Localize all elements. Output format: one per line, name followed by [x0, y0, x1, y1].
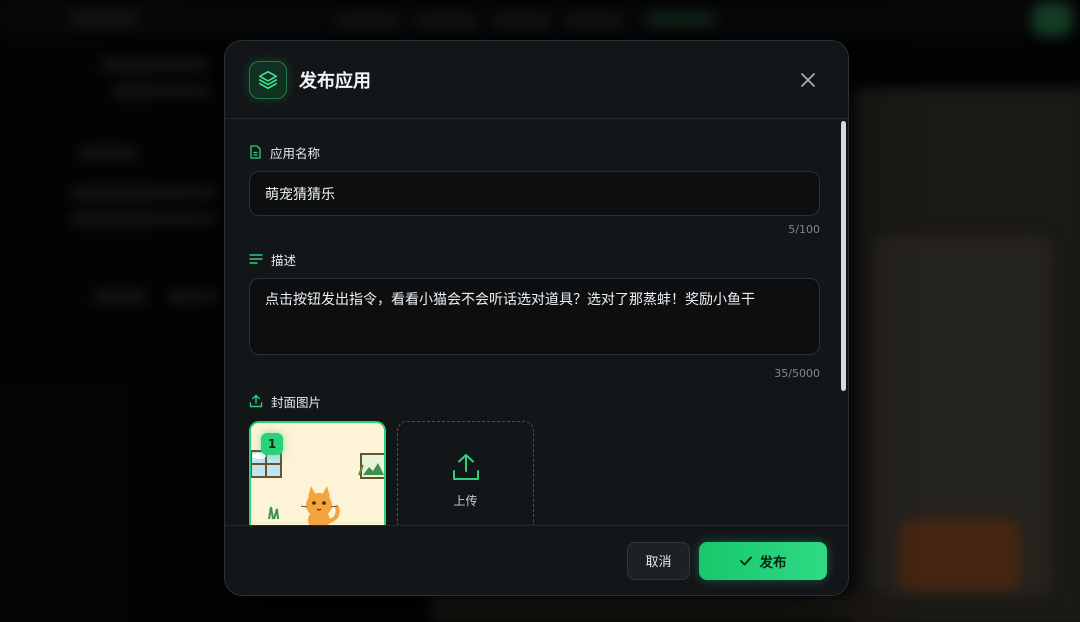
file-icon: [250, 145, 261, 159]
cover-label: 封面图片: [249, 392, 820, 410]
cover-list: 1 上传: [249, 421, 820, 527]
publish-dialog: 发布应用 应用名称 萌宠猜猜乐 5/100 描述 点击按钮发出指令，看看小猫会不…: [224, 40, 849, 596]
description-counter: 35/5000: [774, 367, 820, 380]
app-name-label: 应用名称: [249, 143, 820, 161]
close-button[interactable]: [796, 68, 820, 92]
description-label: 描述: [249, 250, 820, 268]
dialog-header: 发布应用: [225, 41, 848, 119]
upload-cover-button[interactable]: 上传: [397, 421, 534, 527]
close-icon: [801, 72, 815, 87]
cancel-button[interactable]: 取消: [627, 541, 690, 580]
cover-index-badge: 1: [261, 433, 283, 455]
publish-button[interactable]: 发布: [699, 541, 827, 580]
layers-icon: [249, 60, 287, 99]
dialog-footer: 取消 发布: [225, 525, 848, 595]
upload-icon: [452, 454, 479, 480]
check-icon: [739, 556, 752, 565]
cover-thumbnail[interactable]: 1: [249, 421, 386, 527]
app-name-counter: 5/100: [788, 223, 820, 236]
lines-icon: [249, 254, 263, 264]
dialog-title: 发布应用: [299, 70, 371, 92]
upload-icon: [249, 394, 263, 408]
scrollbar[interactable]: [841, 121, 846, 391]
upload-label: 上传: [453, 494, 478, 508]
app-name-input[interactable]: 萌宠猜猜乐: [249, 171, 820, 216]
dialog-body[interactable]: 应用名称 萌宠猜猜乐 5/100 描述 点击按钮发出指令，看看小猫会不会听话选对…: [225, 119, 848, 527]
description-textarea[interactable]: 点击按钮发出指令，看看小猫会不会听话选对道具？选对了那蒸蚌！奖励小鱼干: [249, 278, 820, 355]
